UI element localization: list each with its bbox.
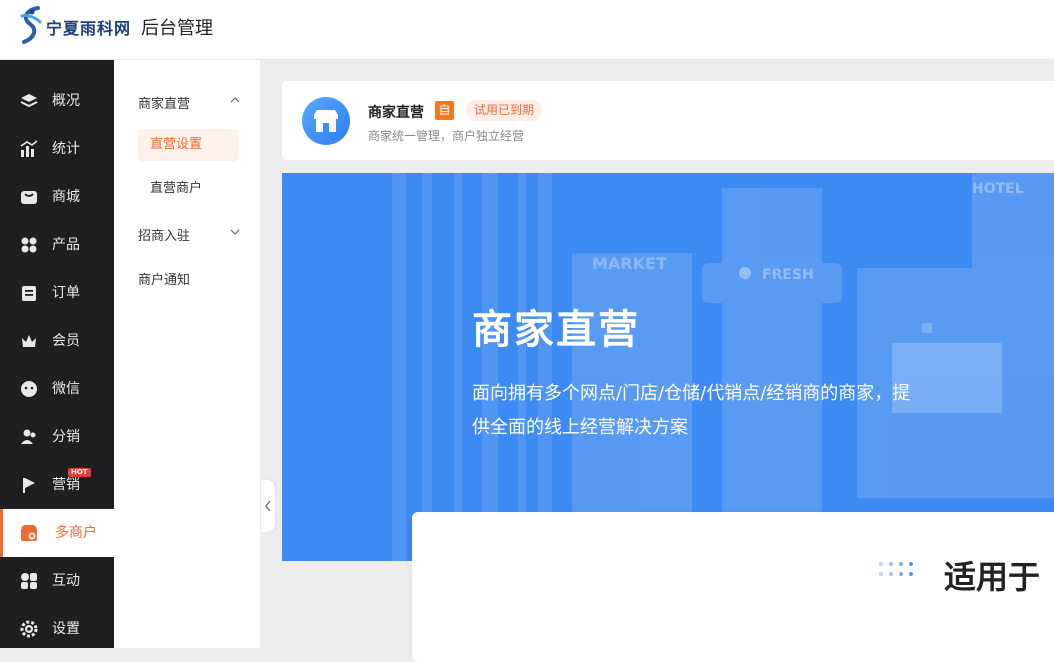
users-icon bbox=[21, 429, 36, 444]
sidebar-item-mall[interactable]: 商城 bbox=[0, 173, 114, 221]
sidebar-item-label: 互动 bbox=[52, 573, 80, 589]
hotel-sign: HOTEL bbox=[972, 181, 1024, 197]
feature-description: 商家统一管理，商户独立经营 bbox=[368, 129, 525, 143]
flag-icon bbox=[23, 478, 35, 493]
sidebar-item-label: 产品 bbox=[52, 237, 80, 253]
sidebar-item-label: 订单 bbox=[52, 285, 80, 301]
hero-title: 商家直营 bbox=[472, 307, 640, 353]
applicable-card: 适用于 bbox=[412, 512, 1054, 662]
sidebar-item-label: 分销 bbox=[52, 429, 80, 445]
sidebar-item-interaction[interactable]: 互动 bbox=[0, 557, 114, 605]
submenu-group-label: 商家直营 bbox=[138, 97, 191, 112]
sidebar-item-label: 设置 bbox=[52, 621, 80, 637]
decorative-dots-icon bbox=[879, 562, 913, 576]
secondary-menu: 商家直营 直营设置 直营商户 招商入驻 商户通知 bbox=[114, 60, 261, 648]
chevron-up-icon bbox=[230, 97, 240, 103]
feature-title: 商家直营 bbox=[368, 105, 424, 121]
fresh-sign: FRESH bbox=[762, 267, 814, 283]
submenu-item-label: 直营商户 bbox=[150, 181, 203, 196]
submenu-item-direct-settings[interactable]: 直营设置 bbox=[138, 129, 238, 161]
sidebar-item-label: 概况 bbox=[52, 93, 80, 109]
sidebar-item-wechat[interactable]: 微信 bbox=[0, 365, 114, 413]
submenu-item-label: 直营设置 bbox=[150, 137, 203, 152]
shop-icon bbox=[21, 525, 37, 541]
feature-header-card: 商家直营 自 试用已到期 商家统一管理，商户独立经营 bbox=[282, 81, 1054, 160]
gear-icon bbox=[20, 620, 38, 638]
hero-banner: MARKET FRESH HOTEL 商家直营 面向拥有多个网点/门店/仓储/代… bbox=[282, 173, 1054, 561]
sidebar-item-overview[interactable]: 概况 bbox=[0, 77, 114, 125]
sidebar-item-distribution[interactable]: 分销 bbox=[0, 413, 114, 461]
store-icon bbox=[21, 191, 37, 204]
sidebar-item-product[interactable]: 产品 bbox=[0, 221, 114, 269]
sidebar-item-label: 会员 bbox=[52, 333, 80, 349]
submenu-group-direct[interactable]: 商家直营 bbox=[138, 93, 240, 112]
main-sidebar: 概况 统计 商城 产品 订单 会员 微信 分销 营销 HOT 多商户 互动 设置 bbox=[0, 60, 114, 648]
sidebar-item-label: 统计 bbox=[52, 141, 80, 157]
sidebar-item-stats[interactable]: 统计 bbox=[0, 125, 114, 173]
sidebar-item-label: 多商户 bbox=[55, 525, 97, 541]
hero-description: 面向拥有多个网点/门店/仓储/代销点/经销商的商家，提供全面的线上经营解决方案 bbox=[472, 383, 911, 438]
app-title: 后台管理 bbox=[141, 18, 213, 39]
storefront-icon bbox=[314, 110, 338, 132]
logo-icon bbox=[20, 6, 42, 44]
order-icon bbox=[22, 286, 36, 301]
sidebar-item-members[interactable]: 会员 bbox=[0, 317, 114, 365]
sidebar-item-label: 商城 bbox=[52, 189, 80, 205]
sidebar-item-multi-merchant[interactable]: 多商户 bbox=[0, 509, 114, 557]
submenu-group-recruit[interactable]: 招商入驻 bbox=[138, 225, 240, 244]
submenu-group-label: 招商入驻 bbox=[138, 229, 191, 244]
wechat-icon bbox=[21, 381, 37, 397]
sidebar-item-orders[interactable]: 订单 bbox=[0, 269, 114, 317]
layers-icon bbox=[20, 94, 38, 108]
chevron-left-icon bbox=[265, 500, 271, 512]
submenu-item-label: 商户通知 bbox=[138, 273, 191, 288]
submenu-item-direct-merchants[interactable]: 直营商户 bbox=[138, 173, 238, 205]
top-header: 宁夏雨科网 后台管理 bbox=[0, 0, 1054, 60]
chart-icon bbox=[20, 140, 38, 157]
trial-status-badge: 试用已到期 bbox=[466, 100, 543, 121]
sidebar-item-marketing[interactable]: 营销 HOT bbox=[0, 461, 114, 509]
sidebar-item-label: 营销 bbox=[52, 477, 80, 493]
self-operated-tag: 自 bbox=[435, 101, 454, 120]
submenu-item-merchant-notice[interactable]: 商户通知 bbox=[138, 269, 190, 288]
interact-icon bbox=[21, 573, 37, 589]
hot-badge: HOT bbox=[68, 468, 91, 477]
grid-icon bbox=[21, 237, 37, 253]
market-sign: MARKET bbox=[592, 254, 667, 273]
hero-illustration: MARKET FRESH HOTEL bbox=[392, 173, 1054, 561]
sidebar-item-settings[interactable]: 设置 bbox=[0, 605, 114, 653]
chevron-down-icon bbox=[230, 229, 240, 235]
feature-avatar bbox=[302, 97, 350, 145]
sidebar-item-label: 微信 bbox=[52, 381, 80, 397]
crown-icon bbox=[22, 335, 36, 347]
applicable-heading: 适用于 bbox=[944, 558, 1041, 596]
collapse-menu-handle[interactable] bbox=[261, 480, 275, 532]
brand-name: 宁夏雨科网 bbox=[46, 19, 132, 38]
